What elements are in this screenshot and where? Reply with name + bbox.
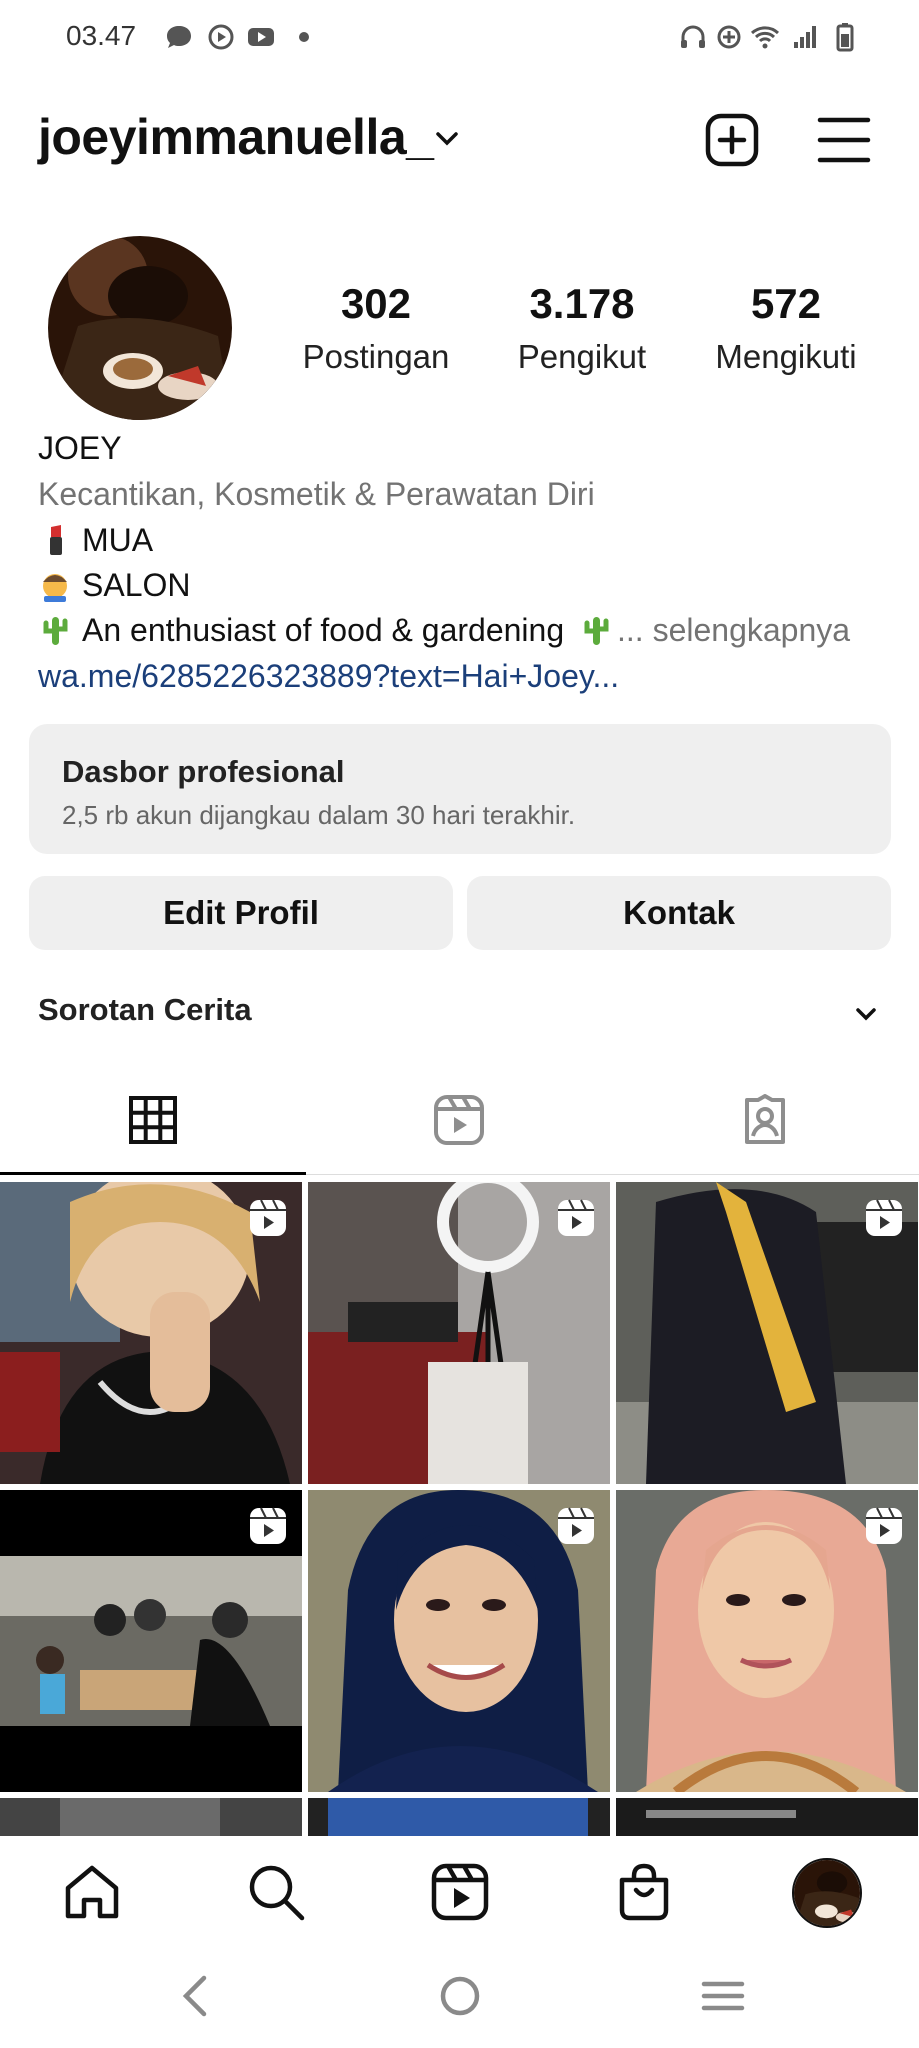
profile-username[interactable]: joeyimmanuella_	[38, 108, 434, 166]
following-count[interactable]: 572	[676, 280, 896, 328]
profile-avatar[interactable]	[48, 236, 232, 420]
tab-reels[interactable]	[306, 1068, 612, 1172]
home-circle-icon[interactable]	[438, 1974, 482, 2018]
search-icon[interactable]	[244, 1860, 308, 1924]
bio-line-mua: MUA	[38, 522, 153, 559]
tagged-icon	[745, 1094, 785, 1144]
salon-face-icon	[43, 574, 67, 602]
dashboard-title: Dasbor profesional	[62, 754, 345, 789]
back-icon[interactable]	[176, 1974, 216, 2018]
edit-profile-button[interactable]: Edit Profil	[29, 876, 453, 950]
followers-count[interactable]: 3.178	[472, 280, 692, 328]
reels-icon[interactable]	[428, 1860, 492, 1924]
tab-grid[interactable]	[0, 1068, 306, 1172]
bio-link[interactable]: wa.me/6285226323889?text=Hai+Joey...	[38, 658, 619, 695]
reel-badge-icon	[866, 1199, 902, 1236]
reel-badge-icon	[250, 1507, 286, 1544]
reel-badge-icon	[558, 1507, 594, 1544]
see-more-link[interactable]: ... selengkapnya	[617, 612, 850, 648]
status-time: 03.47	[66, 20, 137, 51]
bottom-navigation	[0, 1836, 919, 1948]
posts-count[interactable]: 302	[266, 280, 486, 328]
story-highlights-label: Sorotan Cerita	[38, 992, 252, 1027]
chevron-down-icon[interactable]	[852, 1000, 880, 1028]
notification-dot-icon	[299, 32, 309, 42]
contact-button[interactable]: Kontak	[467, 876, 891, 950]
shop-icon[interactable]	[612, 1860, 676, 1924]
chevron-down-icon[interactable]	[432, 124, 462, 154]
home-icon[interactable]	[60, 1860, 124, 1924]
reel-badge-icon	[866, 1507, 902, 1544]
post-thumbnail[interactable]	[308, 1798, 610, 1836]
post-thumbnail[interactable]	[616, 1490, 918, 1792]
create-post-icon[interactable]	[702, 110, 762, 170]
post-thumbnail[interactable]	[616, 1182, 918, 1484]
status-bar: 03.47	[0, 0, 919, 72]
post-thumbnail[interactable]	[0, 1798, 302, 1836]
bio-line-salon: SALON	[38, 567, 190, 604]
bio-line-enthusiast: An enthusiast of food & gardening ... se…	[38, 612, 850, 649]
tab-tagged[interactable]	[612, 1068, 918, 1172]
posts-label[interactable]: Postingan	[266, 338, 486, 376]
cactus-icon	[584, 617, 609, 645]
following-label[interactable]: Mengikuti	[676, 338, 896, 376]
battery-icon	[836, 23, 854, 52]
post-thumbnail[interactable]	[616, 1798, 918, 1836]
chat-icon	[167, 26, 191, 48]
system-navigation-bar	[0, 1948, 919, 2048]
headphones-icon	[681, 25, 705, 48]
bio-text-salon: SALON	[82, 567, 191, 603]
reels-icon	[434, 1095, 484, 1145]
post-thumbnail[interactable]	[0, 1182, 302, 1484]
wifi-icon	[750, 26, 780, 49]
reel-badge-icon	[558, 1199, 594, 1236]
post-thumbnail[interactable]	[0, 1490, 302, 1792]
recent-apps-icon[interactable]	[700, 1978, 746, 2014]
professional-dashboard[interactable]: Dasbor profesional 2,5 rb akun dijangkau…	[29, 724, 891, 854]
followers-label[interactable]: Pengikut	[472, 338, 692, 376]
post-thumbnail[interactable]	[308, 1182, 610, 1484]
reel-badge-icon	[250, 1199, 286, 1236]
play-circle-icon	[208, 24, 234, 50]
active-tab-indicator	[0, 1172, 306, 1175]
signal-icon	[794, 26, 816, 48]
profile-category: Kecantikan, Kosmetik & Perawatan Diri	[38, 476, 595, 512]
profile-nav-avatar[interactable]	[792, 1858, 862, 1928]
data-saver-icon	[717, 25, 741, 49]
cactus-icon	[43, 617, 68, 645]
menu-icon[interactable]	[814, 110, 874, 170]
youtube-icon	[248, 28, 274, 46]
profile-name: JOEY	[38, 430, 122, 466]
bio-text-enthusiast: An enthusiast of food & gardening	[82, 612, 565, 648]
bio-text-mua: MUA	[82, 522, 154, 558]
grid-icon	[129, 1096, 177, 1144]
lipstick-icon	[50, 525, 62, 555]
dashboard-subtitle: 2,5 rb akun dijangkau dalam 30 hari tera…	[62, 800, 576, 830]
post-thumbnail[interactable]	[308, 1490, 610, 1792]
